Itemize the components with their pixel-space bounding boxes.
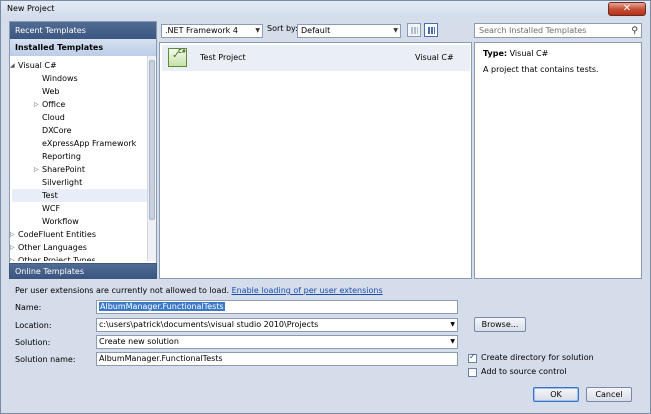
chevron-down-icon: ▼ [450,338,455,345]
tree-item[interactable]: eXpressApp Framework [42,137,136,150]
recent-templates-header[interactable]: Recent Templates [10,22,156,39]
browse-button[interactable]: Browse... [474,317,526,332]
tree-item[interactable]: Other Languages [18,241,87,254]
template-language: Visual C# [415,53,454,62]
tree-item[interactable]: Test [42,189,58,202]
tree-item[interactable]: Visual C# [18,59,57,72]
sort-by-label: Sort by: [267,24,298,33]
sort-by-value: Default [301,26,331,35]
tree-collapsed-icon[interactable]: ▷ [10,231,15,238]
name-value: AlbumManager.FunctionalTests [99,302,225,311]
tree-item[interactable]: Web [42,85,59,98]
solution-dropdown[interactable]: Create new solution ▼ [96,335,458,349]
chevron-down-icon[interactable]: ▼ [450,319,455,331]
template-list: ✓ C# Test Project Visual C# [159,42,472,279]
template-description: A project that contains tests. [483,65,599,74]
medium-icons-view-button[interactable] [407,23,421,37]
ok-button[interactable]: OK [533,387,579,402]
enable-extensions-link[interactable]: Enable loading of per user extensions [232,286,383,295]
sort-by-dropdown[interactable]: Default ▼ [297,24,401,38]
framework-dropdown[interactable]: .NET Framework 4 ▼ [161,24,263,38]
template-category-tree: ◢ Visual C# Windows Web ▷ Office Cloud DXCore eX… [10,56,148,261]
tree-item[interactable]: Other Project Types [18,254,96,261]
checkmark-icon: ✓ [469,352,476,361]
create-directory-label: Create directory for solution [481,353,594,362]
tree-item[interactable]: Cloud [42,111,65,124]
test-project-icon: ✓ C# [168,48,187,67]
tree-item[interactable]: Workflow [42,215,79,228]
window-title: New Project [7,4,55,13]
tree-collapsed-icon[interactable]: ▷ [10,244,15,251]
template-row[interactable]: ✓ C# Test Project Visual C# [162,45,470,71]
close-button[interactable]: ✕ [608,2,646,16]
new-project-dialog: New Project ✕ Recent Templates Installed… [0,0,651,414]
template-details-panel: Type: Visual C# A project that contains … [474,42,642,279]
solution-value: Create new solution [99,337,179,346]
close-icon: ✕ [622,3,632,14]
name-label: Name: [15,303,42,312]
solution-name-label: Solution name: [15,355,76,364]
extensions-warning: Per user extensions are currently not al… [15,286,383,295]
tree-item[interactable]: Office [42,98,65,111]
template-name: Test Project [200,53,246,62]
tree-collapsed-icon[interactable]: ▷ [10,257,15,261]
tree-scrollbar-thumb[interactable] [149,60,155,220]
tree-item[interactable]: SharePoint [42,163,85,176]
tree-item[interactable]: Silverlight [42,176,82,189]
source-control-checkbox[interactable] [468,368,477,377]
tree-collapsed-icon[interactable]: ▷ [34,101,39,108]
tree-selection-highlight [12,189,148,202]
installed-templates-header[interactable]: Installed Templates [10,39,156,56]
list-view-button[interactable] [424,23,438,37]
tree-collapsed-icon[interactable]: ▷ [34,166,39,173]
template-categories-panel: Recent Templates Installed Templates ◢ Vi… [9,21,157,279]
template-type: Type: Visual C# [483,49,548,58]
tree-item[interactable]: WCF [42,202,60,215]
framework-value: .NET Framework 4 [165,26,238,35]
location-field[interactable]: c:\users\patrick\documents\visual studio… [96,318,458,332]
source-control-label: Add to source control [481,367,567,376]
warning-text: Per user extensions are currently not al… [15,286,230,295]
create-directory-checkbox[interactable]: ✓ [468,352,477,363]
tree-scrollbar[interactable] [147,56,156,261]
tree-item[interactable]: CodeFluent Entities [18,228,96,241]
solution-label: Solution: [15,338,51,347]
location-label: Location: [15,321,52,330]
tree-item[interactable]: Windows [42,72,78,85]
tree-expanded-icon[interactable]: ◢ [10,62,15,69]
type-label: Type: [483,49,508,58]
tree-item[interactable]: Reporting [42,150,81,163]
online-templates-header[interactable]: Online Templates [9,263,157,279]
cancel-button[interactable]: Cancel [586,387,632,402]
type-value: Visual C# [509,49,549,58]
list-view-icon [428,27,435,34]
name-field[interactable]: AlbumManager.FunctionalTests [96,300,458,314]
search-templates-input[interactable]: Search Installed Templates ⚲ [474,23,642,38]
solution-name-value: AlbumManager.FunctionalTests [99,354,223,363]
chevron-down-icon: ▼ [393,27,398,34]
chevron-down-icon: ▼ [255,27,260,34]
title-bar: New Project ✕ [1,1,650,17]
grid-view-icon [411,27,418,34]
solution-name-field[interactable]: AlbumManager.FunctionalTests [96,352,458,366]
search-placeholder: Search Installed Templates [479,26,587,35]
tree-item[interactable]: DXCore [42,124,72,137]
template-toolbar: .NET Framework 4 ▼ Sort by: Default ▼ Se… [159,21,642,42]
search-icon[interactable]: ⚲ [631,25,638,38]
location-value: c:\users\patrick\documents\visual studio… [99,320,319,329]
